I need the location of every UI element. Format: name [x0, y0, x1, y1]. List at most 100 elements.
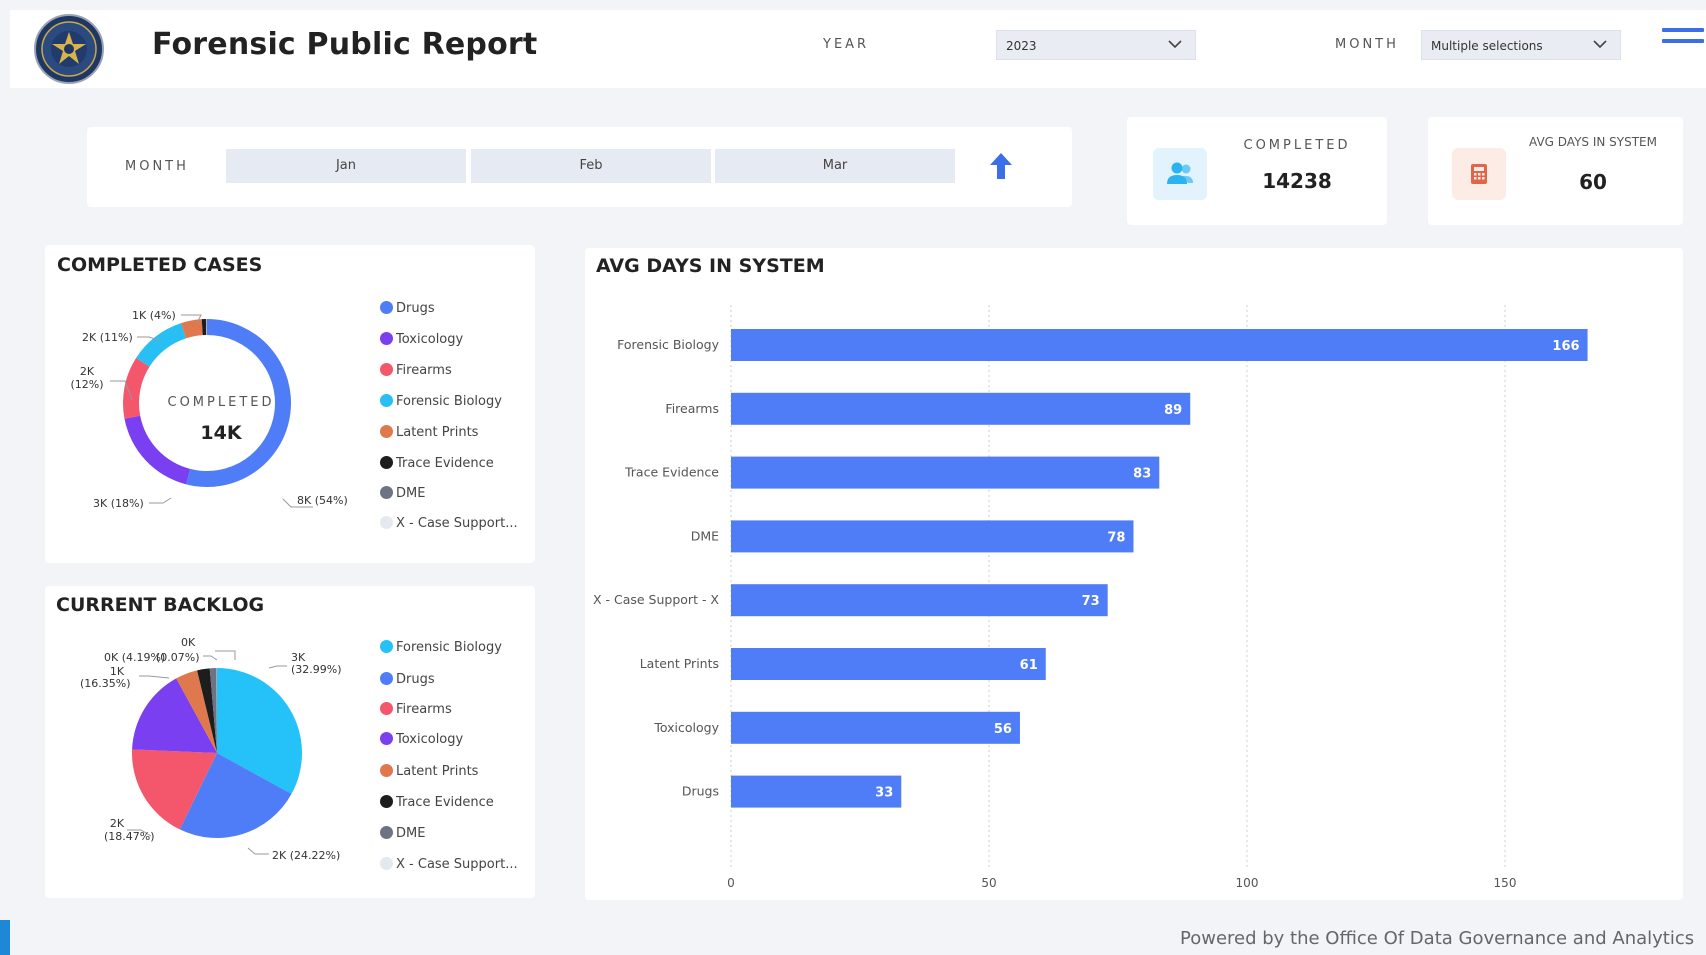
pie-label-drugs: 2K (24.22%) [272, 849, 340, 862]
legend-item-forensic-biology[interactable]: Forensic Biology [380, 640, 502, 655]
pie-label-firearms-value: 2K [110, 817, 125, 830]
bar-latent-prints[interactable] [731, 648, 1046, 680]
legend-label: DME [396, 486, 426, 501]
pie-slices [132, 668, 302, 838]
x-tick-label: 150 [1494, 876, 1517, 890]
leader-line [215, 650, 236, 660]
slice-toxicology[interactable] [124, 415, 191, 485]
leader-line [268, 665, 287, 669]
legend-item-trace-evidence[interactable]: Trace Evidence [380, 795, 494, 810]
leader-line [247, 847, 269, 855]
slice-firearms[interactable] [122, 357, 150, 419]
legend-label: Firearms [396, 702, 452, 717]
leader-line [149, 497, 172, 504]
legend-label: Trace Evidence [396, 456, 494, 471]
bar-dme[interactable] [731, 520, 1134, 553]
legend-dot [380, 702, 393, 715]
legend-dot [380, 425, 393, 438]
arrow-up-icon[interactable] [989, 152, 1013, 180]
bar-firearms[interactable] [731, 392, 1191, 425]
legend-item-dme[interactable]: DME [380, 826, 425, 841]
legend-item-drugs[interactable]: Drugs [380, 672, 435, 687]
kpi-completed-label: COMPLETED [1243, 138, 1351, 153]
legend-item-drugs[interactable]: Drugs [380, 301, 435, 316]
x-tick-label: 0 [727, 876, 735, 890]
slice-forensic-biology[interactable] [136, 323, 186, 367]
bar-value-label: 73 [1082, 594, 1100, 609]
legend-label: Latent Prints [396, 425, 479, 440]
kpi-icon-box [1452, 148, 1506, 200]
y-category-label: Drugs [682, 784, 719, 799]
bar-value-label: 56 [994, 722, 1012, 737]
legend-label: Firearms [396, 363, 452, 378]
month-button-jan[interactable]: Jan [226, 149, 466, 183]
bar-value-label: 89 [1164, 403, 1182, 418]
x-tick-label: 50 [981, 876, 996, 890]
page-title: Forensic Public Report [152, 27, 538, 62]
month-button-feb[interactable]: Feb [471, 149, 711, 183]
chevron-down-icon [1593, 40, 1607, 49]
bar-toxicology[interactable] [731, 711, 1020, 744]
legend-label: DME [396, 826, 426, 841]
legend-label: Trace Evidence [396, 795, 494, 810]
bar-value-label: 166 [1552, 339, 1579, 354]
pie-label-firearms-pct: (18.47%) [104, 830, 155, 843]
legend-dot [380, 640, 393, 653]
bar-x-case-support-x[interactable] [731, 584, 1108, 617]
legend-dot [380, 301, 393, 314]
month-dropdown[interactable]: Multiple selections [1421, 30, 1621, 60]
footer-credit: Powered by the Office Of Data Governance… [1180, 928, 1695, 949]
bar-value-label: 61 [1020, 658, 1038, 673]
legend-dot [380, 486, 393, 499]
year-filter-label: YEAR [823, 37, 870, 52]
y-category-label: Toxicology [653, 720, 719, 735]
bar-trace-evidence[interactable] [731, 456, 1160, 489]
pie-label-case-support: (0.07%) [156, 651, 200, 664]
kpi-card-completed: COMPLETED 14238 [1127, 117, 1387, 225]
donut-label-forensic-biology: 2K (11%) [82, 331, 133, 344]
window-corner-accent [0, 920, 10, 955]
legend-item-trace-evidence[interactable]: Trace Evidence [380, 456, 494, 471]
donut-label-latent-prints: 1K (4%) [132, 309, 176, 322]
kpi-avg-days-value: 60 [1579, 170, 1607, 194]
avg-days-bar-chart: 0 50 100 150 Forensic Biology 166 Firearms 89 Tr… [593, 305, 1588, 890]
bar-forensic-biology[interactable] [731, 329, 1588, 361]
donut-center-label: COMPLETED [168, 395, 275, 410]
legend-item-firearms[interactable]: Firearms [380, 702, 452, 717]
legend-label: X - Case Support... [396, 516, 518, 531]
legend-item-forensic-biology[interactable]: Forensic Biology [380, 394, 502, 409]
legend-label: X - Case Support... [396, 857, 518, 872]
legend-item-toxicology[interactable]: Toxicology [380, 332, 463, 347]
legend-label: Latent Prints [396, 764, 479, 779]
current-backlog-card: CURRENT BACKLOG 3K (32.99%) 2K (24.22%) … [45, 586, 535, 898]
x-tick-label: 100 [1236, 876, 1259, 890]
month-slicer-label: MONTH [125, 159, 189, 174]
calculator-icon [1471, 164, 1487, 184]
donut-center-value: 14K [200, 422, 242, 444]
legend-item-case-support[interactable]: X - Case Support... [380, 857, 518, 872]
legend-dot [380, 732, 393, 745]
legend-label: Drugs [396, 672, 435, 687]
hamburger-menu-icon[interactable] [1662, 28, 1704, 54]
legend-dot [380, 795, 393, 808]
pie-label-toxicology-pct: (16.35%) [80, 677, 131, 690]
header-bar: Forensic Public Report YEAR 2023 MONTH M… [10, 10, 1706, 88]
completed-cases-card: COMPLETED CASES COMPLETED 14K 8K (54%) 3… [45, 245, 535, 563]
donut-label-firearms-value: 2K [80, 365, 95, 378]
bar-value-label: 78 [1107, 530, 1125, 545]
legend-item-dme[interactable]: DME [380, 486, 425, 501]
avg-days-chart-card: AVG DAYS IN SYSTEM 0 50 100 150 Forensic Bio… [585, 248, 1683, 900]
legend-item-latent-prints[interactable]: Latent Prints [380, 425, 478, 440]
legend-dot [380, 456, 393, 469]
month-button-mar[interactable]: Mar [715, 149, 955, 183]
year-dropdown[interactable]: 2023 [996, 30, 1196, 60]
kpi-icon-box [1153, 148, 1207, 200]
donut-label-firearms-pct: (12%) [70, 378, 103, 391]
bar-value-label: 83 [1133, 467, 1151, 482]
legend-item-latent-prints[interactable]: Latent Prints [380, 764, 478, 779]
legend-item-firearms[interactable]: Firearms [380, 363, 452, 378]
y-category-label: Firearms [665, 401, 719, 416]
legend-dot [380, 764, 393, 777]
legend-item-toxicology[interactable]: Toxicology [380, 732, 463, 747]
legend-item-case-support[interactable]: X - Case Support... [380, 516, 518, 531]
